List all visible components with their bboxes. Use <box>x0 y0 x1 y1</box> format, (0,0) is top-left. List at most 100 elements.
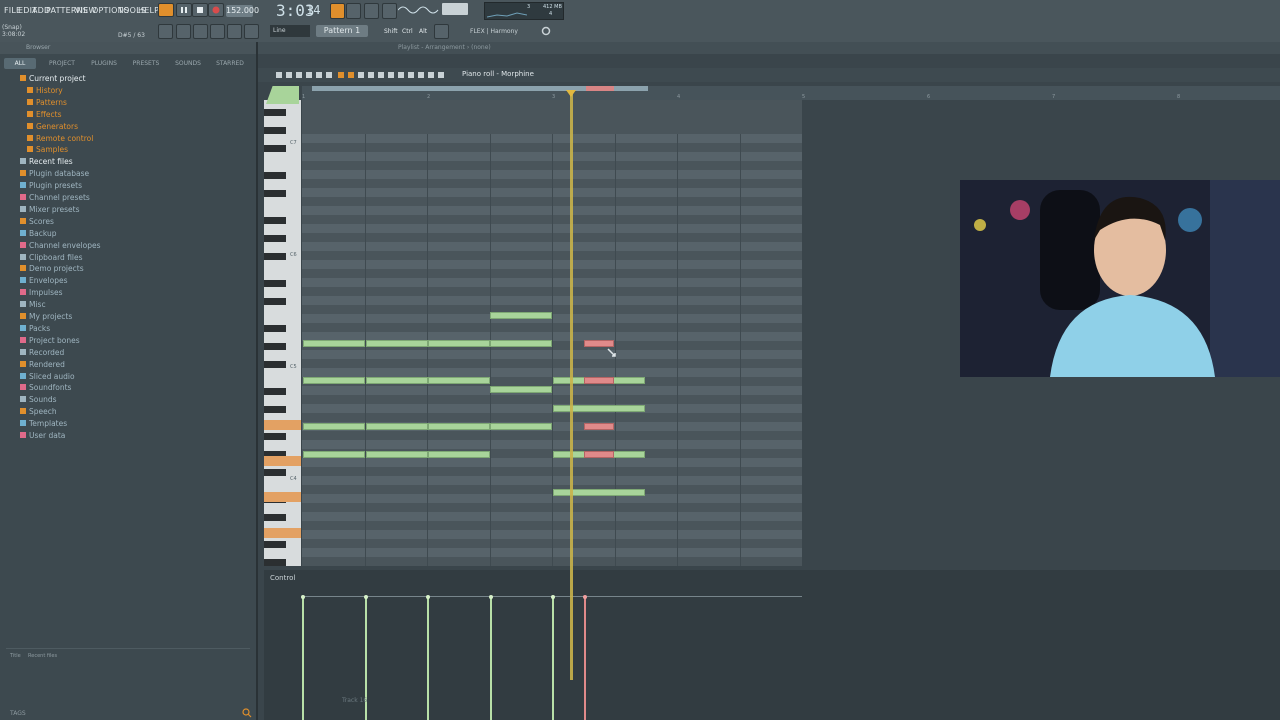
search-icon[interactable] <box>242 708 252 718</box>
browser-item[interactable]: User data <box>20 431 65 441</box>
browser-item[interactable]: Demo projects <box>20 264 84 274</box>
velocity-handle[interactable] <box>301 595 305 599</box>
browser-tab-plugins[interactable]: PLUGINS <box>84 58 124 69</box>
metronome-icon-button[interactable] <box>434 24 449 39</box>
note[interactable] <box>428 451 490 458</box>
play-button[interactable] <box>176 3 192 17</box>
note[interactable] <box>490 386 552 393</box>
pattern-selector[interactable]: Pattern 1 <box>316 25 368 37</box>
note[interactable] <box>366 340 428 347</box>
browser-item[interactable]: Soundfonts <box>20 383 71 393</box>
selected-note[interactable] <box>584 340 614 347</box>
browser-item[interactable]: Packs <box>20 324 50 334</box>
velocity-handle[interactable] <box>426 595 430 599</box>
browser-item[interactable]: Sounds <box>20 395 57 405</box>
note[interactable] <box>303 451 365 458</box>
shift-key-indicator[interactable]: Shift <box>384 28 398 35</box>
selected-note[interactable] <box>584 423 614 430</box>
browser-item[interactable]: Remote control <box>27 134 93 144</box>
selected-note[interactable] <box>584 451 614 458</box>
tags-label[interactable]: TAGS <box>10 710 26 717</box>
browser-tab-starred[interactable]: STARRED <box>210 58 250 69</box>
selected-note[interactable] <box>584 377 614 384</box>
velocity-handle[interactable] <box>489 595 493 599</box>
note[interactable] <box>553 489 645 496</box>
snap-select[interactable]: Line <box>270 25 310 37</box>
browser-tab-presets[interactable]: PRESETS <box>126 58 166 69</box>
tool-button-6[interactable] <box>244 24 259 39</box>
note[interactable] <box>366 423 428 430</box>
velocity-handle[interactable] <box>364 595 368 599</box>
browser-item[interactable]: Envelopes <box>20 276 68 286</box>
browser-item[interactable]: History <box>27 86 63 96</box>
browser-item[interactable]: Backup <box>20 229 57 239</box>
tool-button-1[interactable] <box>158 24 173 39</box>
browser-item[interactable]: Plugin presets <box>20 181 82 191</box>
browser-item[interactable]: Clipboard files <box>20 253 83 263</box>
browser-item[interactable]: Generators <box>27 122 78 132</box>
note[interactable] <box>428 423 490 430</box>
pat-song-toggle[interactable] <box>158 3 174 17</box>
browser-item[interactable]: Recorded <box>20 348 64 358</box>
note[interactable] <box>553 405 645 412</box>
note[interactable] <box>366 377 428 384</box>
stop-button[interactable] <box>192 3 208 17</box>
playhead[interactable] <box>570 92 573 680</box>
browser-item[interactable]: Channel presets <box>20 193 90 203</box>
playhead-marker-icon[interactable] <box>566 90 576 98</box>
note[interactable] <box>490 312 552 319</box>
velocity-handle[interactable] <box>551 595 555 599</box>
tempo-display[interactable]: 152.000 <box>226 5 259 17</box>
menu-help[interactable]: HELP <box>138 6 159 15</box>
browser-item[interactable]: Scores <box>20 217 54 227</box>
browser-item[interactable]: Samples <box>27 145 68 155</box>
browser-tab-all[interactable]: ALL <box>4 58 36 69</box>
browser-item[interactable]: Impulses <box>20 288 63 298</box>
tool-button-4[interactable] <box>210 24 225 39</box>
velocity-bar[interactable] <box>584 598 586 720</box>
note[interactable] <box>490 340 552 347</box>
browser-item[interactable]: Patterns <box>27 98 67 108</box>
browser-item[interactable]: Project bones <box>20 336 80 346</box>
step-edit-button[interactable] <box>382 3 397 19</box>
browser-tab-project[interactable]: PROJECT <box>42 58 82 69</box>
note[interactable] <box>490 423 552 430</box>
note[interactable] <box>303 340 365 347</box>
loop-record-button[interactable] <box>364 3 379 19</box>
velocity-handle[interactable] <box>583 595 587 599</box>
browser-item[interactable]: Rendered <box>20 360 65 370</box>
control-label[interactable]: Control <box>270 574 295 582</box>
velocity-bar[interactable] <box>427 598 429 720</box>
note[interactable] <box>303 423 365 430</box>
browser-item[interactable]: Plugin database <box>20 169 89 179</box>
browser-tab-sounds[interactable]: SOUNDS <box>168 58 208 69</box>
browser-item[interactable]: Effects <box>27 110 62 120</box>
wait-input-button[interactable] <box>346 3 361 19</box>
browser-item[interactable]: Current project <box>20 74 86 84</box>
alt-key-indicator[interactable]: Alt <box>419 28 427 35</box>
note[interactable] <box>366 451 428 458</box>
browser-item[interactable]: Templates <box>20 419 67 429</box>
record-button[interactable] <box>208 3 224 17</box>
settings-icon[interactable] <box>541 26 551 36</box>
news-panel[interactable]: FLEX | Harmony <box>470 28 518 35</box>
browser-item[interactable]: Recent files <box>20 157 73 167</box>
metronome-button[interactable] <box>330 3 345 19</box>
ctrl-key-indicator[interactable]: Ctrl <box>402 28 413 35</box>
tool-button-5[interactable] <box>227 24 242 39</box>
browser-item[interactable]: Sliced audio <box>20 372 75 382</box>
note[interactable] <box>428 377 490 384</box>
browser-item[interactable]: Channel envelopes <box>20 241 101 251</box>
tool-button-2[interactable] <box>176 24 191 39</box>
browser-item[interactable]: My projects <box>20 312 72 322</box>
velocity-bar[interactable] <box>552 598 554 720</box>
tool-button-3[interactable] <box>193 24 208 39</box>
velocity-bar[interactable] <box>302 598 304 720</box>
event-control-panel[interactable]: Control <box>264 570 1280 720</box>
velocity-bar[interactable] <box>490 598 492 720</box>
master-volume-slider[interactable] <box>442 3 468 15</box>
browser-item[interactable]: Mixer presets <box>20 205 80 215</box>
browser-item[interactable]: Misc <box>20 300 46 310</box>
note[interactable] <box>428 340 490 347</box>
browser-item[interactable]: Speech <box>20 407 57 417</box>
